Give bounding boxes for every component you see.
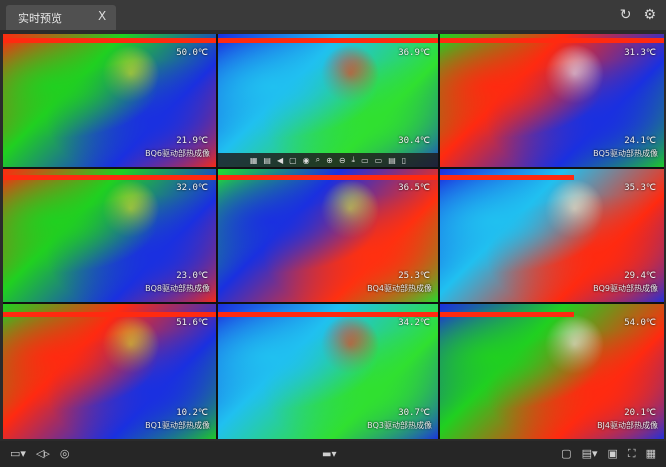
max-temperature: 32.0℃ [176,183,208,193]
alarm-bar [218,175,438,180]
layout-icon[interactable]: ▭▾ [10,447,26,460]
tab-live-preview[interactable]: 实时预览 X [6,5,116,30]
full-window-icon[interactable]: ▣ [607,447,617,461]
min-temperature: 30.4℃ [398,136,430,146]
max-temperature: 36.9℃ [398,48,430,58]
fullscreen-icon[interactable]: ⛶ [628,447,636,461]
stream-switch-icon[interactable]: ◁▹ [36,447,50,460]
camera-caption: BQ3驱动部热成像 [367,421,432,430]
cell-toolbar-icon[interactable]: ▦ [250,156,258,165]
bottom-center-controls: ▬▾ [322,449,336,460]
alarm-bar [218,38,438,43]
capture-icon[interactable]: ◎ [60,447,70,460]
refresh-icon[interactable]: ↻ [620,7,632,23]
min-temperature: 29.4℃ [624,271,656,281]
camera-cell-1[interactable]: 50.0℃ 21.9℃ BQ6驱动部热成像 [3,34,216,167]
close-icon[interactable]: X [98,9,106,23]
min-temperature: 20.1℃ [624,408,656,418]
settings-icon[interactable]: ⚙ [643,7,656,23]
max-temperature: 54.0℃ [624,318,656,328]
header-icons: ↻ ⚙ [620,7,656,23]
cell-toolbar: ▦ ▤ ◀ ▢ ◉ ⌕ ⊕ ⊖ ⤓ ▭ ▭ ▤ ▯ [218,153,438,167]
camera-cell-8[interactable]: 34.2℃ 30.7℃ BQ3驱动部热成像 [218,304,438,439]
camera-cell-6[interactable]: 35.3℃ 29.4℃ BQ9驱动部热成像 [440,169,664,302]
bottom-right-controls: ▢ ▤▾ ▣ ⛶ ▦ [561,447,656,461]
camera-cell-3[interactable]: 31.3℃ 24.1℃ BQ5驱动部热成像 [440,34,664,167]
camera-caption: BQ4驱动部热成像 [367,284,432,293]
camera-caption: BQ6驱动部热成像 [145,149,210,158]
min-temperature: 25.3℃ [398,271,430,281]
camera-cell-4[interactable]: 32.0℃ 23.0℃ BQ8驱动部热成像 [3,169,216,302]
max-temperature: 35.3℃ [624,183,656,193]
grid-icon[interactable]: ▦ [646,447,656,461]
window-icon[interactable]: ▢ [561,447,571,461]
cell-toolbar-icon[interactable]: ⊕ [326,156,333,165]
alarm-bar [3,175,216,180]
min-temperature: 24.1℃ [624,136,656,146]
window-select-icon[interactable]: ▬▾ [322,449,336,460]
bottom-toolbar: ▭▾ ◁▹ ◎ ▬▾ ▢ ▤▾ ▣ ⛶ ▦ [0,441,666,467]
max-temperature: 36.5℃ [398,183,430,193]
cell-toolbar-icon[interactable]: ⊖ [339,156,346,165]
min-temperature: 10.2℃ [176,408,208,418]
max-temperature: 34.2℃ [398,318,430,328]
cell-toolbar-icon[interactable]: ⤓ [352,155,356,165]
bottom-left-controls: ▭▾ ◁▹ ◎ [10,447,70,460]
alarm-bar [440,175,575,180]
cell-toolbar-icon[interactable]: ▭ [375,156,383,165]
alarm-bar [440,38,664,43]
cell-toolbar-icon[interactable]: ◀ [277,156,283,165]
max-temperature: 51.6℃ [176,318,208,328]
cell-toolbar-icon[interactable]: ⌕ [316,155,320,165]
min-temperature: 21.9℃ [176,136,208,146]
split-screen-icon[interactable]: ▤▾ [582,447,598,461]
alarm-bar [440,312,575,317]
tab-title: 实时预览 [18,12,62,25]
camera-cell-5[interactable]: 36.5℃ 25.3℃ BQ4驱动部热成像 [218,169,438,302]
camera-cell-2[interactable]: 36.9℃ 30.4℃ ▦ ▤ ◀ ▢ ◉ ⌕ ⊕ ⊖ ⤓ ▭ ▭ ▤ ▯ [218,34,438,167]
cell-toolbar-icon[interactable]: ◉ [303,156,310,165]
camera-cell-9[interactable]: 54.0℃ 20.1℃ BJ4驱动部热成像 [440,304,664,439]
camera-caption: BQ9驱动部热成像 [593,284,658,293]
title-bar: 实时预览 X ↻ ⚙ [0,0,666,30]
camera-caption: BQ8驱动部热成像 [145,284,210,293]
camera-caption: BQ5驱动部热成像 [593,149,658,158]
min-temperature: 30.7℃ [398,408,430,418]
cell-toolbar-icon[interactable]: ▢ [289,156,297,165]
cell-toolbar-icon[interactable]: ▤ [388,156,396,165]
camera-cell-7[interactable]: 51.6℃ 10.2℃ BQ1驱动部热成像 [3,304,216,439]
cell-toolbar-icon[interactable]: ▯ [402,156,406,165]
cell-toolbar-icon[interactable]: ▭ [361,156,369,165]
max-temperature: 50.0℃ [176,48,208,58]
min-temperature: 23.0℃ [176,271,208,281]
camera-caption: BQ1驱动部热成像 [145,421,210,430]
cell-toolbar-icon[interactable]: ▤ [263,156,271,165]
alarm-bar [3,312,216,317]
alarm-bar [3,38,216,43]
camera-caption: BJ4驱动部热成像 [597,421,658,430]
thermal-video-grid: 50.0℃ 21.9℃ BQ6驱动部热成像 36.9℃ 30.4℃ ▦ ▤ ◀ ▢ ◉ ⌕… [3,34,664,439]
alarm-bar [218,312,438,317]
max-temperature: 31.3℃ [624,48,656,58]
